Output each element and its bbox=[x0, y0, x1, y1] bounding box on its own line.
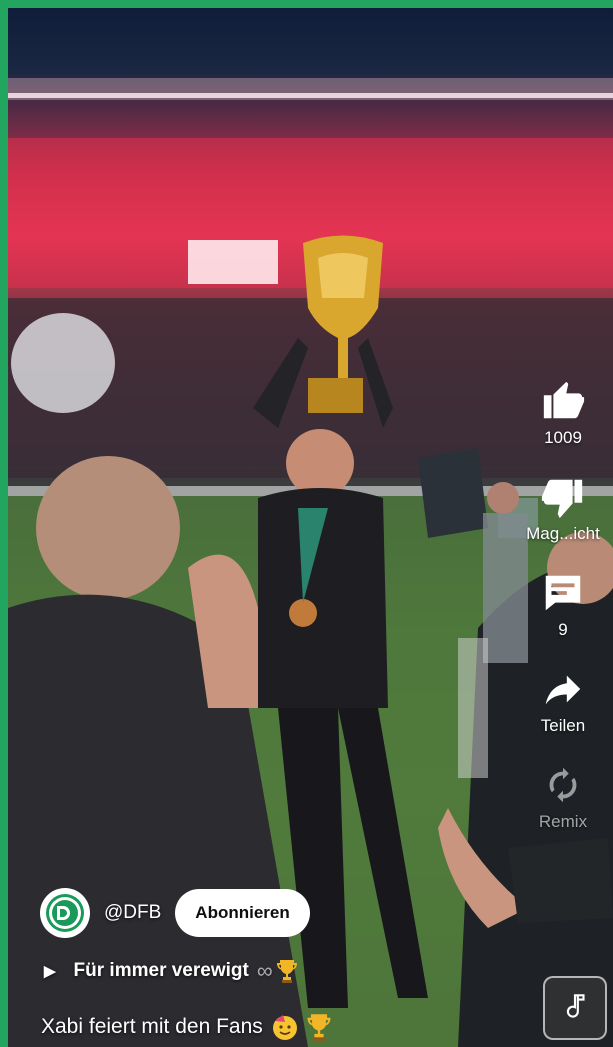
app-frame: 1009 Mag...icht 9 Teilen Remix @DFB Abon… bbox=[0, 0, 613, 1047]
trophy-icon bbox=[307, 1014, 331, 1041]
song-link[interactable]: ▶ Für immer verewigt ∞ bbox=[44, 958, 299, 984]
thumbs-up-icon bbox=[543, 381, 585, 419]
like-button[interactable]: 1009 bbox=[513, 378, 613, 448]
remix-icon bbox=[549, 767, 577, 803]
like-count: 1009 bbox=[544, 428, 582, 447]
comments-button[interactable]: 9 bbox=[513, 570, 613, 640]
dislike-label: Mag...icht bbox=[526, 524, 600, 543]
video-player[interactable]: 1009 Mag...icht 9 Teilen Remix @DFB Abon… bbox=[8, 8, 613, 1047]
music-note-icon bbox=[566, 994, 585, 1018]
caption-text: Xabi feiert mit den Fans bbox=[41, 1015, 263, 1038]
song-title: Für immer verewigt bbox=[73, 960, 249, 981]
channel-avatar[interactable] bbox=[40, 888, 90, 938]
trophy-icon bbox=[276, 960, 297, 983]
share-arrow-icon bbox=[545, 675, 581, 705]
action-rail: 1009 Mag...icht 9 Teilen Remix bbox=[513, 378, 613, 858]
share-label: Teilen bbox=[540, 716, 586, 735]
share-button[interactable]: Teilen bbox=[513, 666, 613, 736]
dislike-button[interactable]: Mag...icht bbox=[513, 474, 613, 544]
channel-row: @DFB Abonnieren bbox=[40, 888, 310, 938]
music-button[interactable] bbox=[543, 976, 607, 1040]
thumbs-down-icon bbox=[541, 479, 583, 519]
play-icon: ▶ bbox=[44, 963, 56, 980]
remix-button[interactable]: Remix bbox=[513, 762, 613, 832]
dfb-logo-icon bbox=[43, 891, 87, 935]
video-caption: Xabi feiert mit den Fans bbox=[41, 1012, 333, 1042]
subscribe-button[interactable]: Abonnieren bbox=[175, 889, 310, 937]
party-face-icon bbox=[272, 1015, 297, 1040]
comment-count: 9 bbox=[558, 620, 568, 639]
remix-label: Remix bbox=[538, 812, 588, 831]
comment-icon bbox=[545, 575, 581, 611]
channel-handle[interactable]: @DFB bbox=[104, 902, 161, 924]
loop-glyph: ∞ bbox=[256, 958, 273, 983]
